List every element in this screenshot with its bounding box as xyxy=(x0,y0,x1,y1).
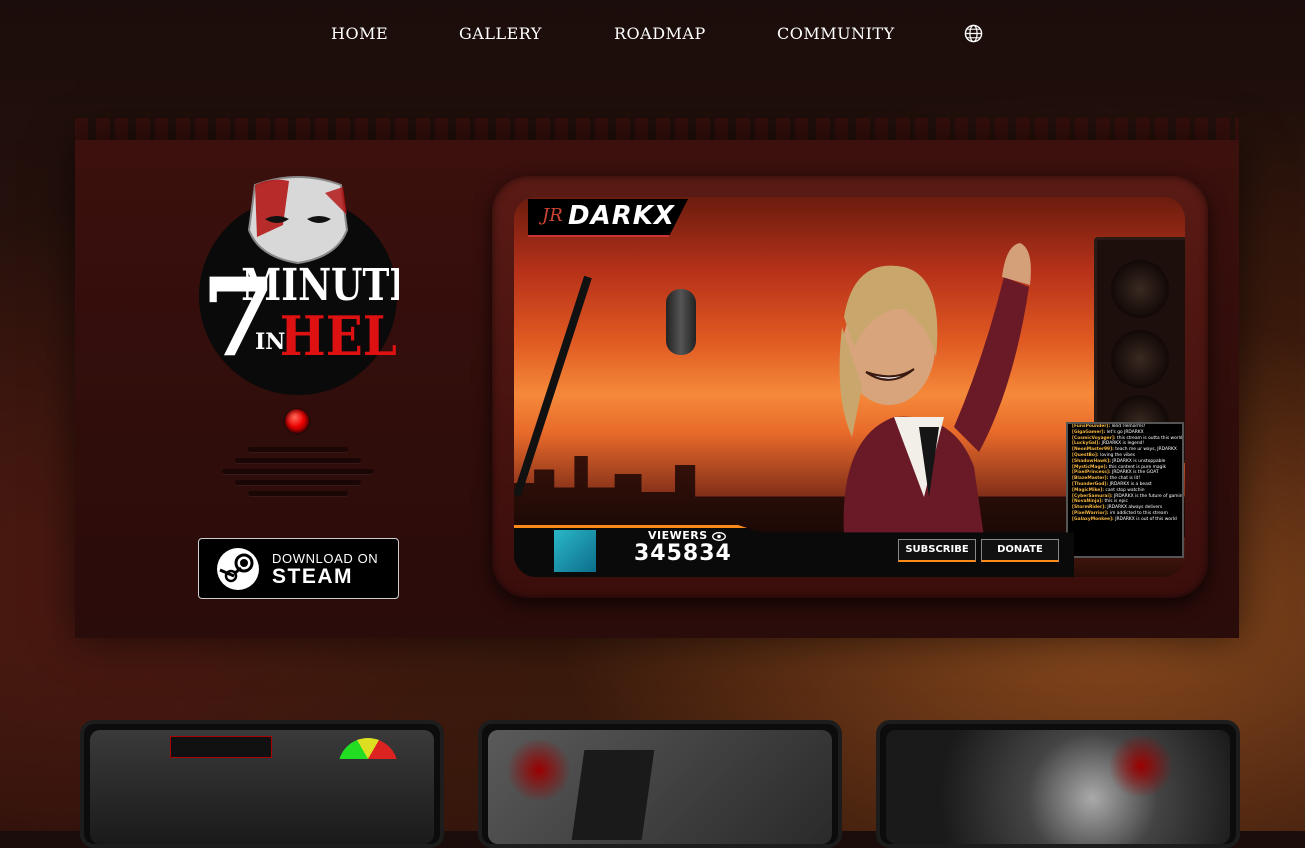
speaker-grille xyxy=(222,445,374,500)
logo-hell: HELL xyxy=(280,306,399,369)
chat-text: JRDARKX is unstoppable xyxy=(1112,458,1166,464)
chat-text: JRDARKX is the future of gamin xyxy=(1114,493,1183,499)
nav-community[interactable]: COMMUNITY xyxy=(777,24,895,43)
chat-username: [FunsPounder]: xyxy=(1072,424,1111,429)
stream-hud: VIEWERS 345834 SUBSCRIBE DONATE xyxy=(514,517,1185,577)
recording-light xyxy=(285,409,309,433)
gallery-thumb-3[interactable] xyxy=(876,720,1240,848)
channel-prefix: JR xyxy=(542,205,563,226)
chat-text: this content is pure magik xyxy=(1108,464,1167,470)
chat-text: let's go JRDARKX xyxy=(1106,429,1144,435)
stream-screen: JR DARKX [FunsPounder]: lend ITemorms! [G… xyxy=(514,197,1185,577)
chat-username: [PixelWarrior]: xyxy=(1072,510,1109,516)
chat-username: [NovaNinja]: xyxy=(1072,499,1104,505)
chat-text: teach me ur ways, JRDARKX xyxy=(1115,447,1177,453)
chat-username: [BlazeMaster]: xyxy=(1072,476,1109,482)
nav-home[interactable]: HOME xyxy=(331,24,388,43)
chat-text: JRDARKX is the GOAT xyxy=(1112,470,1159,476)
steam-big-label: STEAM xyxy=(272,565,353,588)
chat-username: [CosmicVoyager]: xyxy=(1072,435,1116,441)
safe-box xyxy=(571,750,655,840)
chat-text: loving the vibes xyxy=(1100,452,1135,458)
chat-text: this stream is outta this world xyxy=(1117,435,1183,441)
chat-username: [GigaGamer]: xyxy=(1072,429,1106,435)
chat-text: JRDARKX is a beast xyxy=(1109,481,1152,487)
chat-username: [MysticMage]: xyxy=(1072,464,1108,470)
chat-username: [ThunderGod]: xyxy=(1072,481,1109,487)
donate-button[interactable]: DONATE xyxy=(981,539,1059,562)
eye-icon xyxy=(712,531,726,541)
chat-text: lend ITemorms! xyxy=(1111,424,1146,429)
chat-username: [StormRider]: xyxy=(1072,505,1106,511)
gallery-thumb-1[interactable] xyxy=(80,720,444,848)
gallery-thumb-2[interactable] xyxy=(478,720,842,848)
blood-splatter xyxy=(504,740,574,800)
chat-username: [MagicMike]: xyxy=(1072,487,1105,493)
stream-channel-logo: JR DARKX xyxy=(528,199,688,237)
top-nav: HOME GALLERY ROADMAP COMMUNITY xyxy=(0,0,1305,70)
download-on-steam-button[interactable]: DOWNLOAD ON STEAM xyxy=(198,538,399,599)
streamer-character xyxy=(839,243,1031,537)
logo-minutes: MINUTES xyxy=(241,260,399,311)
nav-gallery[interactable]: GALLERY xyxy=(459,24,542,43)
chat-username: [ShadowHawk]: xyxy=(1072,458,1111,464)
chat-text: the chat is lit! xyxy=(1109,476,1141,482)
game-logo: 7 MINUTES IN HELL xyxy=(199,176,399,395)
chat-username: [QuestBo]: xyxy=(1072,452,1099,458)
chat-text: cant stop watchin xyxy=(1105,487,1145,493)
steam-icon xyxy=(217,548,259,590)
gauge xyxy=(338,738,398,780)
chat-username: [PixelPrincess]: xyxy=(1072,470,1111,476)
chat-text: im addicted to this stream xyxy=(1109,510,1168,516)
chat-username: [CyberSamurai]: xyxy=(1072,493,1113,499)
channel-avatar xyxy=(554,530,596,572)
subscribe-button[interactable]: SUBSCRIBE xyxy=(898,539,976,562)
chat-text: JRDARKX is legend! xyxy=(1101,441,1145,447)
globe-icon[interactable] xyxy=(964,24,983,43)
viewers-count: 345834 xyxy=(634,541,732,566)
microphone xyxy=(666,289,696,355)
chat-text: this is epic xyxy=(1104,499,1128,505)
channel-name: DARKX xyxy=(568,201,675,231)
chat-text: JRDARKX always delivers xyxy=(1107,505,1163,511)
chat-username: [LuckyGal]: xyxy=(1072,441,1101,447)
nav-roadmap[interactable]: ROADMAP xyxy=(614,24,706,43)
timer-display xyxy=(170,736,272,758)
blood-splatter xyxy=(1106,736,1176,796)
steam-small-label: DOWNLOAD ON xyxy=(272,551,379,566)
chat-username: [NeonMaster99]: xyxy=(1072,447,1114,453)
